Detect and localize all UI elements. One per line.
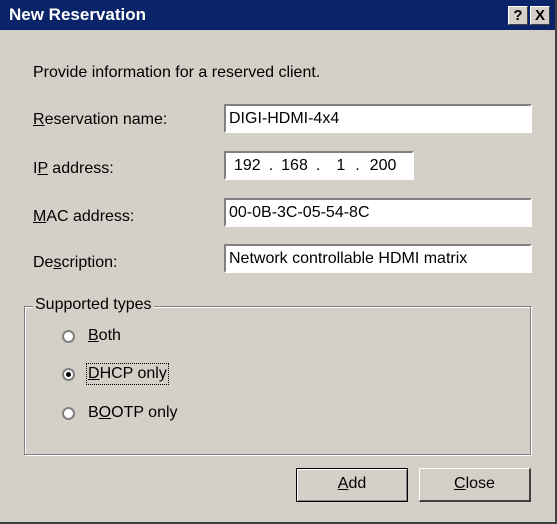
dialog-title: New Reservation bbox=[9, 5, 146, 24]
close-button[interactable]: Close bbox=[419, 468, 531, 502]
ip-octet-1: 192 bbox=[234, 156, 261, 174]
supported-types-label: Supported types bbox=[33, 296, 154, 314]
add-button[interactable]: Add bbox=[296, 468, 408, 502]
both-radio-label[interactable]: Both bbox=[88, 327, 121, 345]
ip-octet-3: 1 bbox=[336, 156, 346, 174]
intro-text: Provide information for a reserved clien… bbox=[33, 64, 321, 81]
reservation-name-label: Reservation name: bbox=[33, 111, 168, 128]
mac-address-label: MAC address: bbox=[33, 208, 135, 225]
mac-address-field[interactable]: 00-0B-3C-05-54-8C bbox=[224, 198, 532, 227]
title-bar[interactable]: New Reservation ? X bbox=[0, 0, 555, 30]
ip-octet-4: 200 bbox=[369, 156, 397, 174]
ip-octet-2: 168 bbox=[281, 156, 308, 174]
bootp-only-radio-label[interactable]: BOOTP only bbox=[88, 404, 178, 422]
bootp-only-radio[interactable] bbox=[62, 407, 75, 420]
close-window-button[interactable]: X bbox=[530, 6, 550, 25]
radio-selected-dot bbox=[66, 372, 71, 377]
description-field[interactable]: Network controllable HDMI matrix bbox=[224, 244, 532, 273]
ip-address-label: IP address: bbox=[33, 160, 114, 177]
description-label: Description: bbox=[33, 254, 118, 271]
both-radio[interactable] bbox=[62, 330, 75, 343]
dhcp-only-radio[interactable] bbox=[62, 368, 75, 381]
help-button[interactable]: ? bbox=[508, 6, 528, 25]
new-reservation-dialog: New Reservation ? X Provide information … bbox=[0, 0, 557, 524]
dhcp-only-radio-label[interactable]: DHCP only bbox=[86, 363, 169, 385]
ip-separator: . bbox=[268, 156, 274, 174]
ip-separator: . bbox=[355, 156, 360, 174]
ip-separator: . bbox=[315, 156, 321, 174]
reservation-name-field[interactable]: DIGI-HDMI-4x4 bbox=[224, 104, 532, 133]
ip-address-field[interactable]: 192 . 168 . 1 . 200 bbox=[224, 151, 414, 180]
